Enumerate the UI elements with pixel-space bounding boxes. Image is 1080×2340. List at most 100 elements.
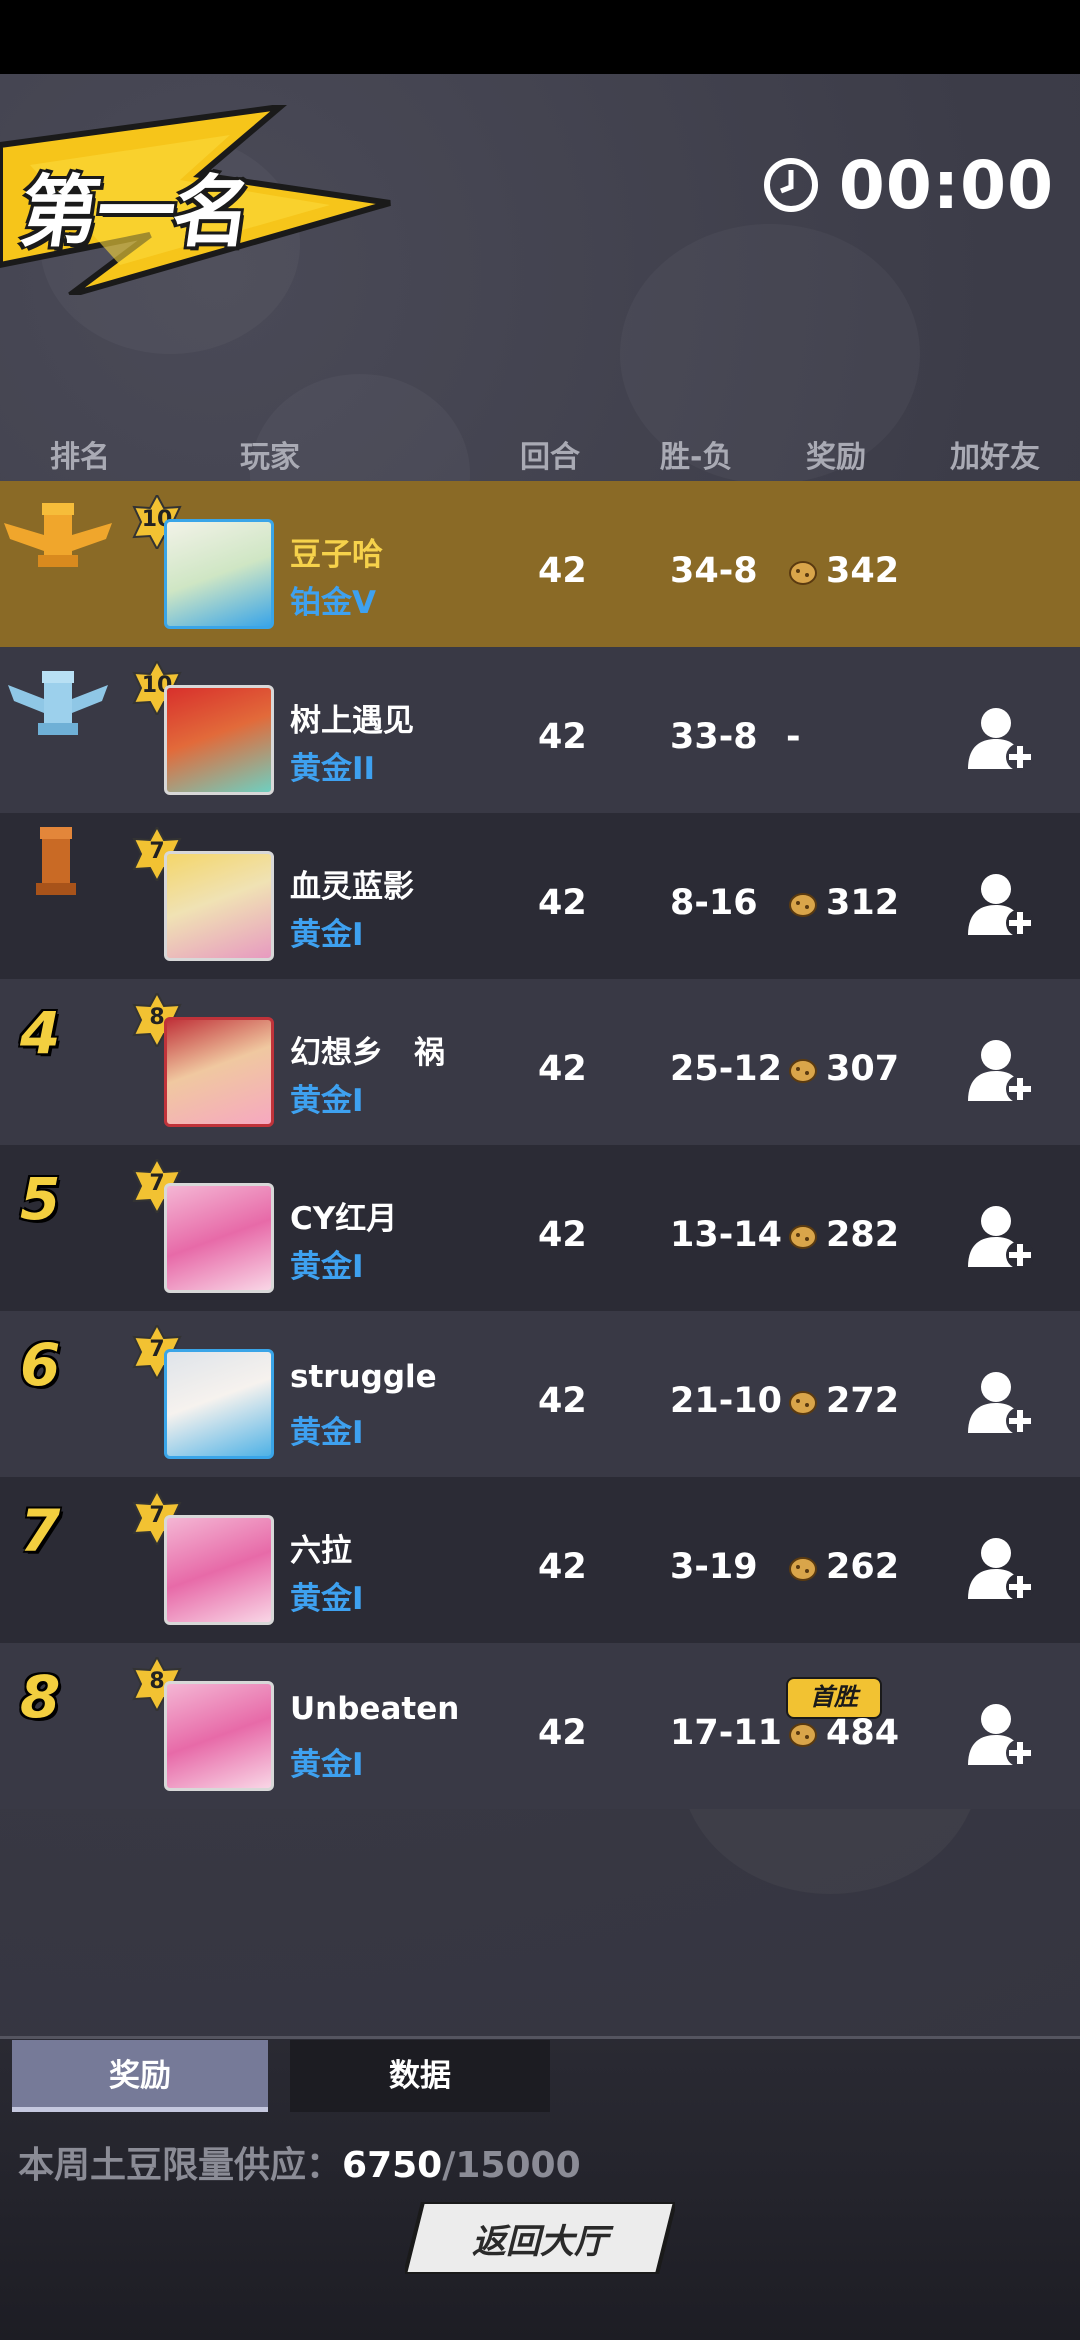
player-name: 六拉: [290, 1533, 352, 1569]
player-tier: 黄金I: [290, 1249, 364, 1285]
round-value: 42: [538, 1547, 587, 1587]
reward: -: [786, 717, 801, 757]
win-loss-value: 33-8: [670, 717, 758, 757]
round-value: 42: [538, 1215, 587, 1255]
avatar[interactable]: [164, 1349, 274, 1459]
reward: 484: [786, 1713, 899, 1753]
round-value: 42: [538, 1381, 587, 1421]
reward: 262: [786, 1547, 899, 1587]
player-name: 幻想乡 祸: [290, 1035, 445, 1071]
tab-data[interactable]: 数据: [290, 2040, 550, 2112]
rank-number: 7: [20, 1497, 61, 1565]
bronze-rook-trophy-icon: [0, 813, 120, 979]
clock-icon: [763, 158, 818, 212]
tab-reward[interactable]: 奖励: [12, 2040, 268, 2112]
potato-supply: 本周土豆限量供应：6750/15000: [18, 2136, 581, 2188]
player-tier: 黄金I: [290, 1581, 364, 1617]
player-tier: 铂金V: [290, 585, 376, 621]
avatar[interactable]: [164, 851, 274, 961]
potato-icon: [789, 1723, 817, 1747]
round-value: 42: [538, 883, 587, 923]
return-lobby-button[interactable]: 返回大厅: [405, 2202, 675, 2274]
player-tier: 黄金I: [290, 917, 364, 953]
player-tier: 黄金I: [290, 1083, 364, 1119]
status-bar: [0, 0, 1080, 74]
win-loss-value: 8-16: [670, 883, 758, 923]
add-friend-icon[interactable]: [966, 703, 1036, 773]
player-name: 树上遇见: [290, 703, 414, 739]
timer-value: 00:00: [838, 146, 1054, 224]
divider: [0, 2036, 1080, 2039]
win-loss-value: 3-19: [670, 1547, 758, 1587]
bottom-panel: 奖励 数据 本周土豆限量供应：6750/15000 返回大厅: [0, 2036, 1080, 2340]
supply-label: 本周土豆限量供应：: [18, 2145, 343, 2186]
potato-icon: [789, 1391, 817, 1415]
table-row[interactable]: 7 血灵蓝影 黄金I 42 8-16 312: [0, 813, 1080, 979]
potato-icon: [789, 1225, 817, 1249]
player-tier: 黄金I: [290, 1747, 364, 1783]
gold-rook-trophy-icon: [0, 481, 120, 647]
table-row[interactable]: 4 8 幻想乡 祸 黄金I 42 25-12 307: [0, 979, 1080, 1145]
table-row[interactable]: 10 豆子哈 铂金V 42 34-8 342: [0, 481, 1080, 647]
player-name: struggle: [290, 1359, 437, 1395]
supply-current: 6750: [342, 2145, 443, 2186]
col-player: 玩家: [240, 440, 300, 475]
avatar[interactable]: [164, 1681, 274, 1791]
col-wl: 胜-负: [660, 440, 733, 475]
reward: 342: [786, 551, 899, 591]
table-row[interactable]: 10 树上遇见 黄金II 42 33-8 -: [0, 647, 1080, 813]
round-value: 42: [538, 1049, 587, 1089]
reward: 307: [786, 1049, 899, 1089]
col-reward: 奖励: [806, 440, 866, 475]
avatar[interactable]: [164, 1515, 274, 1625]
reward: 282: [786, 1215, 899, 1255]
add-friend-icon[interactable]: [966, 1367, 1036, 1437]
win-loss-value: 17-11: [670, 1713, 782, 1753]
player-tier: 黄金I: [290, 1415, 364, 1451]
potato-icon: [789, 1557, 817, 1581]
win-loss-value: 21-10: [670, 1381, 782, 1421]
player-name: CY红月: [290, 1201, 398, 1237]
add-friend-icon[interactable]: [966, 869, 1036, 939]
potato-icon: [789, 1059, 817, 1083]
reward: 272: [786, 1381, 899, 1421]
table-header: 排名 玩家 回合 胜-负 奖励 加好友: [0, 432, 1080, 482]
player-name: 血灵蓝影: [290, 869, 414, 905]
win-loss-value: 25-12: [670, 1049, 782, 1089]
round-value: 42: [538, 551, 587, 591]
placement-title: 第一名: [14, 168, 256, 258]
rank-number: 5: [20, 1165, 61, 1233]
table-row[interactable]: 5 7 CY红月 黄金I 42 13-14 282: [0, 1145, 1080, 1311]
potato-icon: [789, 893, 817, 917]
rank-number: 8: [20, 1663, 61, 1731]
player-name: Unbeaten: [290, 1691, 460, 1727]
player-name: 豆子哈: [290, 537, 383, 573]
supply-max: /15000: [442, 2145, 581, 2186]
avatar[interactable]: [164, 519, 274, 629]
potato-icon: [789, 561, 817, 585]
add-friend-icon[interactable]: [966, 1201, 1036, 1271]
win-loss-value: 34-8: [670, 551, 758, 591]
player-tier: 黄金II: [290, 751, 376, 787]
win-loss-value: 13-14: [670, 1215, 782, 1255]
reward: 312: [786, 883, 899, 923]
timer: 00:00: [763, 147, 1054, 224]
add-friend-icon[interactable]: [966, 1533, 1036, 1603]
silver-rook-trophy-icon: [0, 647, 120, 813]
return-lobby-label: 返回大厅: [472, 2222, 608, 2262]
col-rank: 排名: [50, 440, 110, 475]
round-value: 42: [538, 717, 587, 757]
col-add-friend: 加好友: [950, 440, 1040, 475]
rank-number: 6: [20, 1331, 61, 1399]
table-row[interactable]: 6 7 struggle 黄金I 42 21-10 272: [0, 1311, 1080, 1477]
col-round: 回合: [520, 440, 580, 475]
table-row[interactable]: 8 8 Unbeaten 黄金I 42 17-11 首胜 484: [0, 1643, 1080, 1809]
avatar[interactable]: [164, 1183, 274, 1293]
add-friend-icon[interactable]: [966, 1699, 1036, 1769]
add-friend-icon[interactable]: [966, 1035, 1036, 1105]
avatar[interactable]: [164, 1017, 274, 1127]
avatar[interactable]: [164, 685, 274, 795]
table-row[interactable]: 7 7 六拉 黄金I 42 3-19 262: [0, 1477, 1080, 1643]
round-value: 42: [538, 1713, 587, 1753]
rank-number: 4: [20, 999, 61, 1067]
